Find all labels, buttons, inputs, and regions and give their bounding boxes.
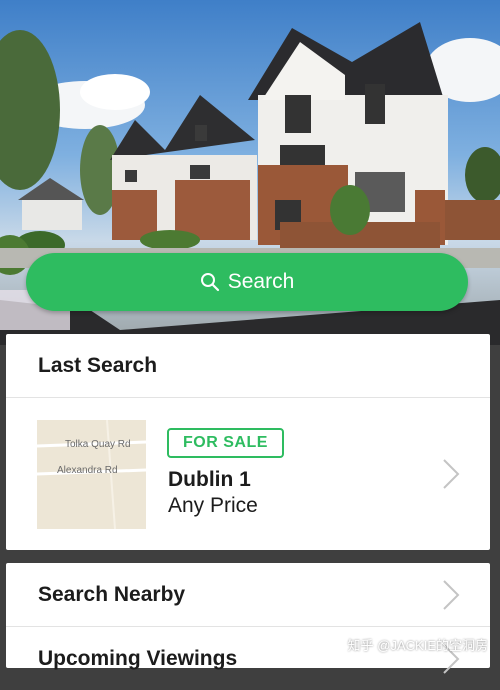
- watermark: 知乎 @JACKIE的空洞房: [347, 638, 488, 653]
- price-range: Any Price: [168, 494, 258, 517]
- search-icon: [200, 272, 220, 292]
- chevron-right-icon: [443, 459, 460, 489]
- search-button-label: Search: [227, 270, 295, 293]
- map-label: Alexandra Rd: [57, 465, 118, 476]
- chevron-right-icon: [443, 580, 460, 610]
- search-nearby-label: Search Nearby: [38, 582, 186, 606]
- last-search-item[interactable]: Tolka Quay Rd Alexandra Rd FOR SALE Dubl…: [6, 398, 490, 550]
- search-nearby-row[interactable]: Search Nearby: [6, 563, 490, 626]
- map-thumbnail: Tolka Quay Rd Alexandra Rd: [37, 420, 146, 529]
- upcoming-viewings-label: Upcoming Viewings: [38, 646, 238, 670]
- last-search-card: Last Search Tolka Quay Rd Alexandra Rd F…: [6, 334, 490, 550]
- status-badge: FOR SALE: [167, 428, 284, 458]
- last-search-title: Last Search: [6, 334, 490, 398]
- area-name: Dublin 1: [168, 468, 251, 491]
- map-label: Tolka Quay Rd: [65, 439, 131, 450]
- search-button[interactable]: Search: [26, 253, 468, 311]
